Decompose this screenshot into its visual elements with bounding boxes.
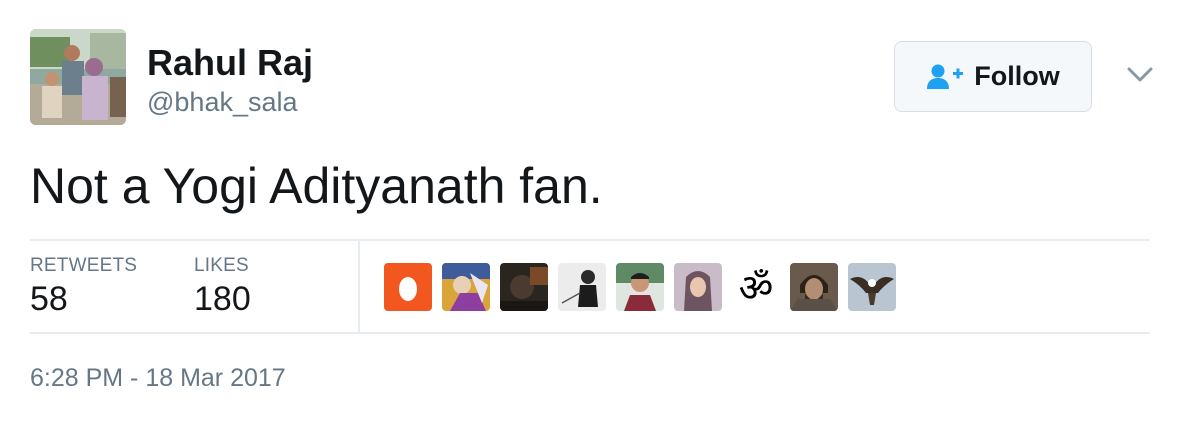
author-display-name[interactable]: Rahul Raj: [147, 41, 313, 85]
likes-label[interactable]: LIKES: [194, 255, 249, 277]
likers-avatar-list: ॐ: [384, 263, 896, 311]
liker-avatar-2[interactable]: [442, 263, 490, 311]
stats-divider-top: [30, 239, 1150, 241]
author-avatar[interactable]: [30, 29, 126, 125]
liker-avatar-3[interactable]: [500, 263, 548, 311]
liker-eagle-avatar[interactable]: [848, 263, 896, 311]
liker-om-avatar[interactable]: ॐ: [732, 263, 780, 311]
stats-divider-bottom: [30, 332, 1150, 334]
tweet-timestamp[interactable]: 6:28 PM - 18 Mar 2017: [30, 364, 286, 393]
tweet-text: Not a Yogi Adityanath fan.: [30, 158, 603, 214]
liker-avatar-4[interactable]: [558, 263, 606, 311]
retweets-label[interactable]: RETWEETS: [30, 255, 137, 277]
author-handle[interactable]: @bhak_sala: [147, 86, 298, 118]
stats-vertical-divider: [358, 241, 360, 332]
likes-count[interactable]: 180: [194, 280, 251, 319]
retweets-count[interactable]: 58: [30, 280, 68, 319]
follow-button[interactable]: Follow: [894, 41, 1092, 112]
liker-avatar-6[interactable]: [674, 263, 722, 311]
chevron-down-icon[interactable]: [1124, 62, 1156, 88]
liker-egg-avatar[interactable]: [384, 263, 432, 311]
avatar-photo: [30, 29, 126, 125]
follow-label: Follow: [974, 61, 1060, 91]
add-person-icon: [927, 64, 964, 89]
liker-avatar-8[interactable]: [790, 263, 838, 311]
svg-text:ॐ: ॐ: [739, 266, 774, 310]
liker-avatar-5[interactable]: [616, 263, 664, 311]
